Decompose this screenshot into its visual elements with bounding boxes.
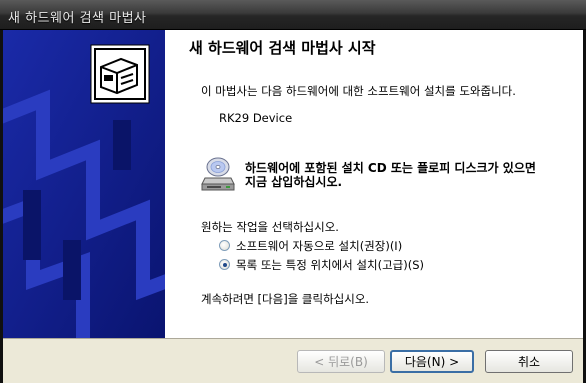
sidebar-banner xyxy=(3,30,165,338)
back-button[interactable]: < 뒤로(B) xyxy=(297,350,385,373)
wizard-content: 새 하드웨어 검색 마법사 시작 이 마법사는 다음 하드웨어에 대한 소프트웨… xyxy=(165,30,583,338)
radio-label[interactable]: 목록 또는 특정 위치에서 설치(고급)(S) xyxy=(236,257,424,273)
device-name: RK29 Device xyxy=(219,111,293,125)
button-bar: < 뒤로(B) 다음(N) > 취소 xyxy=(3,338,583,383)
cd-drive-icon xyxy=(201,157,235,191)
continue-text: 계속하려면 [다음]을 클릭하십시오. xyxy=(201,292,370,306)
hardware-box-icon xyxy=(90,44,150,104)
choose-prompt: 원하는 작업을 선택하십시오. xyxy=(201,220,339,234)
radio-button[interactable] xyxy=(219,240,230,251)
intro-text: 이 마법사는 다음 하드웨어에 대한 소프트웨어 설치를 도와줍니다. xyxy=(201,84,516,98)
next-button[interactable]: 다음(N) > xyxy=(390,350,474,373)
page-title: 새 하드웨어 검색 마법사 시작 xyxy=(189,39,376,57)
sidebar-art xyxy=(3,30,165,338)
wizard-window: 새 하드웨어 검색 마법사 새 하드웨어 검색 마법사 시작 이 마법사는 다음… xyxy=(0,0,586,383)
radio-label[interactable]: 소프트웨어 자동으로 설치(권장)(I) xyxy=(236,238,402,254)
title-bar[interactable]: 새 하드웨어 검색 마법사 xyxy=(0,0,586,30)
radio-button-selected[interactable] xyxy=(219,259,230,270)
window-title: 새 하드웨어 검색 마법사 xyxy=(8,11,147,26)
cancel-button[interactable]: 취소 xyxy=(485,350,573,373)
cd-prompt: 하드웨어에 포함된 설치 CD 또는 플로피 디스크가 있으면 지금 삽입하십시… xyxy=(245,161,536,189)
